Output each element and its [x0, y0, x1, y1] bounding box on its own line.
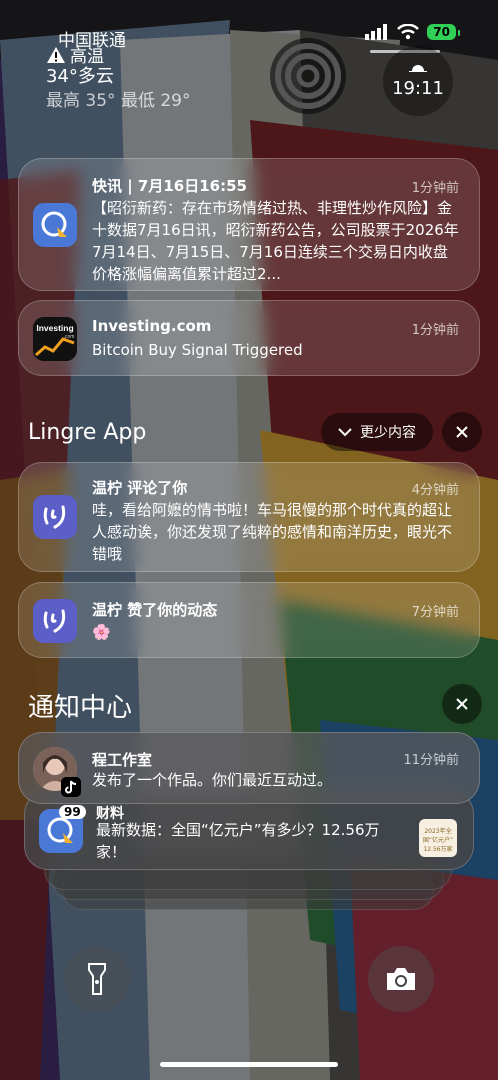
notification-time: 11分钟前: [403, 753, 459, 768]
notification-title: 温柠 赞了你的动态: [92, 601, 218, 619]
notification-title: 温柠 评论了你: [92, 479, 188, 497]
wifi-icon: [397, 24, 420, 40]
notification-body: 最新数据：全国“亿元户”有多少？12.56万家！: [96, 821, 380, 861]
notification-time: 1分钟前: [411, 323, 459, 338]
notification-body: 发布了一个作品。你们最近互动过。: [92, 771, 333, 789]
home-indicator[interactable]: [160, 1062, 338, 1067]
camera-icon: [387, 968, 415, 990]
notification-title: 程工作室: [92, 751, 153, 769]
notification-time: 1分钟前: [411, 181, 459, 196]
show-less-label: 更少内容: [360, 425, 416, 441]
notification-body: 【昭衍新药：存在市场情绪过热、非理性炒作风险】金十数据7月16日讯，昭衍新药公告…: [92, 199, 459, 283]
tiktok-icon: [61, 777, 81, 797]
close-icon: [456, 698, 468, 710]
show-less-button[interactable]: 更少内容: [321, 413, 433, 451]
flashlight-icon: [88, 963, 106, 995]
clock-time: 19:11: [392, 77, 444, 99]
news-app-icon: [33, 203, 77, 247]
notification-body: 哇，看给阿嬷的情书啦！车马很慢的那个时代真的超让人感动诶，你还发现了纯粹的感情和…: [92, 501, 453, 563]
notification-investing[interactable]: Investing .com Investing.com 1分钟前 Bitcoi…: [18, 300, 480, 376]
notification-center-title: 通知中心: [28, 693, 133, 723]
thumbnail-line1: 2023年全国“亿元户”: [422, 828, 454, 844]
signal-icon: [365, 24, 388, 40]
notification-title: 快讯 | 7月16日16:55: [92, 177, 247, 195]
notification-time: 7分钟前: [411, 605, 459, 620]
lingre-app-icon: [33, 599, 77, 643]
flashlight-button[interactable]: [64, 946, 130, 1012]
unread-badge: 99: [59, 805, 86, 819]
status-icons: 70: [365, 24, 460, 40]
chevron-down-icon: [338, 428, 352, 437]
notification-douyin[interactable]: 程工作室 11分钟前 发布了一个作品。你们最近互动过。: [18, 732, 480, 804]
thumbnail-line2: 12.56万家: [423, 846, 453, 853]
focus-widget[interactable]: [270, 38, 346, 114]
warning-icon: [47, 46, 65, 63]
notification-lingre-comment[interactable]: 温柠 评论了你 4分钟前 哇，看给阿嬷的情书啦！车马很慢的那个时代真的超让人感动…: [18, 462, 480, 572]
investing-app-icon: Investing .com: [33, 317, 77, 361]
group-title: Lingre App: [28, 420, 147, 445]
notification-title: Investing.com: [92, 317, 212, 335]
weather-high-low: 最高 35° 最低 29°: [46, 91, 191, 111]
notification-lingre-like[interactable]: 温柠 赞了你的动态 7分钟前 🌸: [18, 582, 480, 658]
clock-widget[interactable]: 19:11: [383, 46, 453, 116]
notification-center-clear-button[interactable]: [442, 684, 482, 724]
weather-temperature: 34°多云: [46, 66, 114, 87]
investing-icon-text: Investing: [36, 323, 73, 333]
battery-indicator: 70: [427, 24, 460, 40]
notification-thumbnail: 2023年全国“亿元户” 12.56万家: [419, 819, 457, 857]
notification-news[interactable]: 快讯 | 7月16日16:55 1分钟前 【昭衍新药：存在市场情绪过热、非理性炒…: [18, 158, 480, 291]
camera-button[interactable]: [368, 946, 434, 1012]
close-icon: [456, 426, 468, 438]
notification-body: Bitcoin Buy Signal Triggered: [92, 341, 303, 359]
notification-body: 🌸: [92, 623, 111, 641]
lingre-app-icon: [33, 495, 77, 539]
sunset-icon: [409, 65, 427, 72]
group-close-button[interactable]: [442, 412, 482, 452]
rings-icon: [275, 43, 341, 109]
notification-time: 4分钟前: [411, 483, 459, 498]
